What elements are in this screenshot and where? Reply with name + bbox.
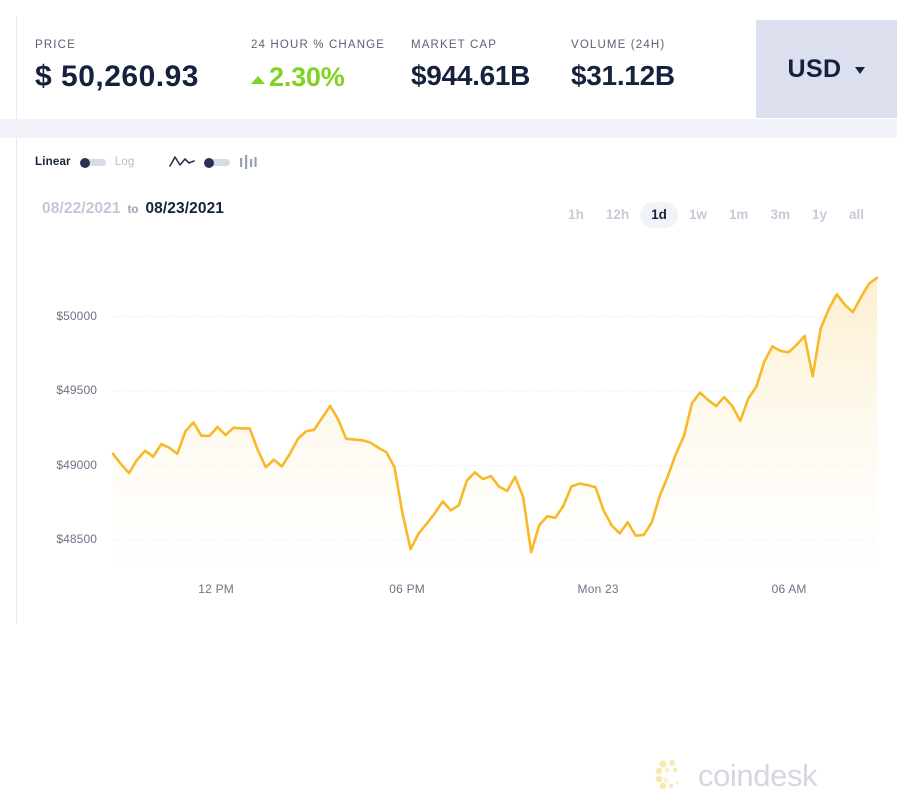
date-range-from[interactable]: 08/22/2021 — [42, 200, 121, 218]
stat-change-label: 24 HOUR % CHANGE — [251, 39, 386, 51]
time-range-buttons: 1h 12h 1d 1w 1m 3m 1y all — [557, 202, 875, 228]
y-axis-label: $49500 — [56, 383, 97, 398]
line-chart-icon[interactable] — [169, 154, 195, 170]
coindesk-watermark: coindesk — [654, 758, 818, 794]
range-button-12h[interactable]: 12h — [595, 202, 640, 228]
chart-type-switch[interactable] — [204, 157, 230, 168]
switch-knob — [204, 157, 214, 168]
scale-toggle-linear-label[interactable]: Linear — [35, 156, 71, 168]
chart-area-fill — [113, 277, 877, 570]
stat-volume-value: $31.12B — [571, 60, 675, 91]
date-range-separator: to — [127, 204, 139, 216]
chevron-down-icon — [855, 66, 866, 74]
stat-volume-label: VOLUME (24H) — [571, 39, 666, 51]
range-button-1d[interactable]: 1d — [640, 202, 678, 228]
caret-up-icon — [251, 75, 265, 84]
price-chart[interactable]: $48500 $49000 $49500 $50000 12 PM 06 PM Mon 2… — [17, 240, 897, 793]
stat-price-label: PRICE — [35, 39, 76, 51]
y-axis-label: $49000 — [56, 457, 97, 472]
switch-knob — [79, 157, 90, 168]
x-axis-label: 06 AM — [771, 582, 807, 596]
range-button-1h[interactable]: 1h — [557, 202, 595, 228]
price-chart-widget: PRICE $ 50,260.93 24 HOUR % CHANGE 2.30%… — [0, 0, 897, 793]
bar-chart-icon[interactable] — [239, 154, 257, 170]
stat-market-cap-label: MARKET CAP — [411, 39, 498, 51]
stat-market-cap-value: $944.61B — [411, 60, 531, 91]
date-range-picker[interactable]: 08/22/2021 to 08/23/2021 — [42, 200, 224, 218]
range-button-1m[interactable]: 1m — [718, 202, 760, 228]
x-axis-label: 06 PM — [389, 582, 425, 596]
range-button-1w[interactable]: 1w — [678, 202, 718, 228]
stat-change-value: 2.30% — [269, 62, 345, 92]
coindesk-logo-icon — [654, 759, 688, 794]
range-button-3m[interactable]: 3m — [759, 202, 801, 228]
stat-change-value-wrap: 2.30% — [251, 62, 345, 93]
currency-selector[interactable]: USD — [756, 20, 897, 118]
currency-selector-value: USD — [787, 54, 842, 83]
date-range-to[interactable]: 08/23/2021 — [145, 200, 224, 218]
coindesk-watermark-text: coindesk — [698, 758, 818, 793]
header-separator — [0, 119, 897, 138]
x-axis-label: Mon 23 — [577, 582, 619, 596]
y-axis-label: $48500 — [56, 532, 97, 547]
chart-type-toggle[interactable] — [169, 152, 257, 172]
range-button-1y[interactable]: 1y — [801, 202, 838, 228]
stat-price-value: $ 50,260.93 — [35, 60, 199, 93]
x-axis-label: 12 PM — [198, 582, 234, 596]
chart-controls: Linear Log — [17, 138, 897, 186]
chart-canvas — [111, 276, 879, 570]
scale-toggle-log-label[interactable]: Log — [115, 156, 135, 168]
scale-toggle-switch[interactable] — [79, 157, 106, 168]
scale-toggle[interactable]: Linear Log — [35, 152, 135, 172]
range-button-all[interactable]: all — [838, 202, 875, 228]
y-axis-label: $50000 — [56, 308, 97, 323]
